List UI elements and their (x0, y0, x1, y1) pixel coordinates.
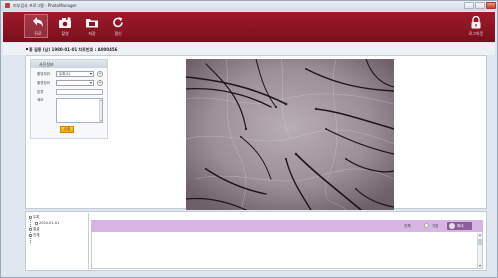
refresh-icon (111, 16, 125, 29)
tree-item-date[interactable]: 2024-01-01 (35, 221, 59, 225)
position-label: 촬영부위 (37, 72, 50, 76)
region-label: 분류 (37, 90, 44, 94)
tree-item-face[interactable]: 얼굴 (29, 227, 39, 232)
zoom-label: 확대 (457, 224, 464, 228)
close-button[interactable] (486, 2, 496, 9)
region-field[interactable] (56, 89, 103, 95)
tree-item-label: 전체 (33, 233, 40, 237)
memo-label: 메모 (37, 98, 44, 102)
scalp-photo[interactable] (186, 59, 394, 210)
app-icon (5, 3, 10, 8)
photo-button[interactable]: 촬영 (53, 16, 77, 40)
add-device-button[interactable]: + (97, 80, 103, 86)
zoom-button[interactable]: 확대 (447, 222, 472, 230)
window-title: 피부검사 프로그램 - PhotoManager (13, 3, 77, 8)
tree-item-label: 두피 (33, 215, 40, 219)
photo-tree: 두피 2024-01-01 얼굴 전체 (27, 213, 89, 269)
back-button-highlight (24, 14, 48, 38)
tree-item-scalp[interactable]: 두피 (29, 215, 39, 220)
main-toolbar: 뒤로 촬영 저장 갱신 로그아웃 (3, 12, 495, 42)
detail-header: 전체 기본 확대 (91, 220, 483, 232)
device-select[interactable] (56, 80, 94, 86)
file-icon (35, 221, 38, 225)
minimize-button[interactable] (464, 2, 474, 9)
scroll-down-icon[interactable] (479, 265, 481, 267)
tree-item-label: 2024-01-01 (39, 221, 60, 225)
back-button[interactable]: 뒤로 (24, 14, 50, 40)
scroll-up-icon[interactable] (479, 234, 481, 236)
tree-item-label: 얼굴 (33, 227, 40, 231)
magnifier-icon (449, 223, 455, 229)
scalp-microscope-image (186, 59, 394, 210)
expand-icon[interactable] (29, 233, 32, 237)
memo-scrollbar[interactable] (99, 99, 102, 122)
camera-icon (58, 16, 72, 29)
add-position-button[interactable]: + (97, 71, 103, 77)
lock-icon (469, 16, 483, 29)
refresh-label: 갱신 (114, 31, 122, 36)
refresh-button[interactable]: 갱신 (106, 16, 130, 40)
logout-button[interactable]: 로그아웃 (462, 16, 490, 40)
option-label: 기본 (432, 224, 439, 228)
detail-scrollbar[interactable] (477, 233, 482, 268)
save-label: 저장 (88, 31, 96, 36)
memo-textarea[interactable] (56, 98, 103, 123)
logout-label: 로그아웃 (468, 31, 484, 36)
chevron-down-icon (90, 73, 92, 75)
chevron-down-icon (90, 82, 92, 84)
photo-info-panel: 사진정보 촬영부위 두피(1) + 촬영장비 + 분류 메모 수정 (30, 59, 108, 139)
photo-label: 촬영 (61, 31, 69, 36)
patient-info: 홍 길동 (남) 1980-01-01 차트번호 : A000456 (29, 47, 118, 52)
all-label[interactable]: 전체 (404, 224, 410, 229)
patient-header: 홍 길동 (남) 1980-01-01 차트번호 : A000456 (3, 43, 495, 55)
app-window: 피부검사 프로그램 - PhotoManager 뒤로 촬영 저장 갱신 로그아… (0, 0, 498, 278)
folder-save-icon (85, 16, 99, 29)
device-label: 촬영장비 (37, 81, 50, 85)
expand-icon[interactable] (29, 215, 32, 219)
expand-icon[interactable] (29, 227, 32, 231)
title-bar: 피부검사 프로그램 - PhotoManager (1, 1, 497, 11)
maximize-button[interactable] (475, 2, 485, 9)
modify-button[interactable]: 수정 (60, 126, 74, 133)
scroll-thumb[interactable] (478, 239, 482, 245)
tree-item-all[interactable]: 전체 (29, 233, 39, 238)
photo-info-header: 사진정보 (31, 60, 107, 68)
bullet-icon (26, 48, 28, 50)
photo-info-title: 사진정보 (39, 62, 54, 67)
save-button[interactable]: 저장 (80, 16, 104, 40)
position-select[interactable]: 두피(1) (56, 71, 94, 77)
option-radio[interactable] (424, 223, 429, 228)
position-value: 두피(1) (59, 72, 71, 76)
